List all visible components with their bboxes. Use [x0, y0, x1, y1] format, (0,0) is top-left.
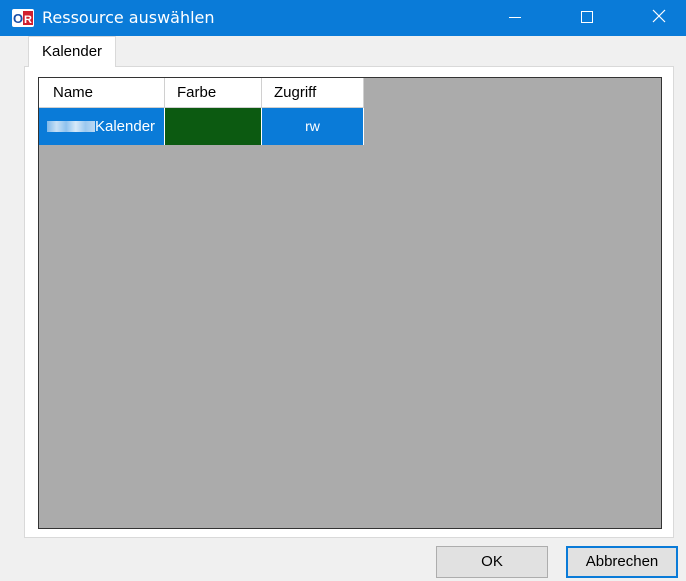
- dialog-window: O R Ressource auswählen Kalender Name Fa…: [0, 0, 686, 581]
- svg-text:R: R: [24, 14, 32, 26]
- table-row[interactable]: Kalender rw: [39, 108, 364, 145]
- resource-grid[interactable]: Name Farbe Zugriff Kalender rw: [38, 77, 662, 529]
- minimize-icon: [508, 9, 522, 28]
- close-icon: [651, 8, 667, 28]
- cell-color-swatch[interactable]: [165, 108, 262, 145]
- maximize-button[interactable]: [564, 0, 610, 36]
- grid-header: Name Farbe Zugriff: [39, 78, 364, 108]
- cell-name-text: Kalender: [95, 118, 156, 135]
- minimize-button[interactable]: [492, 0, 538, 36]
- column-header-name[interactable]: Name: [39, 78, 165, 108]
- svg-text:O: O: [13, 11, 23, 26]
- cell-access[interactable]: rw: [262, 108, 364, 145]
- tab-panel: Name Farbe Zugriff Kalender rw: [24, 66, 674, 538]
- cancel-button[interactable]: Abbrechen: [566, 546, 678, 578]
- column-header-zugriff[interactable]: Zugriff: [262, 78, 364, 108]
- ok-button[interactable]: OK: [436, 546, 548, 578]
- redacted-text: [47, 121, 95, 132]
- title-bar[interactable]: O R Ressource auswählen: [0, 0, 686, 36]
- column-header-farbe[interactable]: Farbe: [165, 78, 262, 108]
- app-logo-icon: O R: [12, 8, 34, 28]
- maximize-icon: [580, 9, 594, 28]
- close-button[interactable]: [636, 0, 682, 36]
- cell-name[interactable]: Kalender: [39, 108, 165, 145]
- tab-kalender[interactable]: Kalender: [28, 36, 117, 67]
- window-title: Ressource auswählen: [42, 8, 215, 27]
